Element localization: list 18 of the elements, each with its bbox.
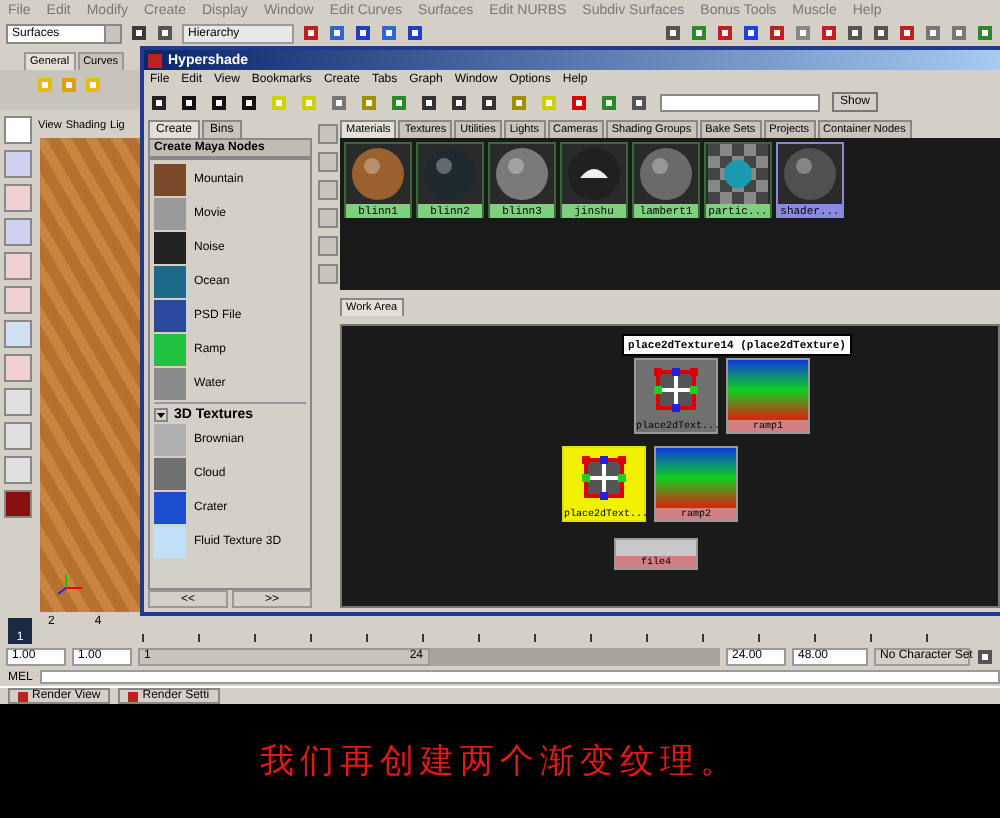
uv-grid-icon xyxy=(652,366,700,414)
search-field[interactable] xyxy=(660,93,820,111)
subtitle-caption: 我们再创建两个渐变纹理。 xyxy=(260,740,740,784)
uv-grid-icon xyxy=(580,454,628,502)
axis-icon xyxy=(56,572,84,596)
collapse-arrow-icon[interactable] xyxy=(154,408,168,422)
checker-swatch xyxy=(708,144,768,204)
gradient-thumbnail xyxy=(656,448,736,508)
sphere-swatch xyxy=(564,144,624,204)
gradient-thumbnail xyxy=(728,360,808,420)
command-line-field[interactable] xyxy=(40,670,1000,684)
sphere-swatch xyxy=(636,144,696,204)
tool-icon[interactable] xyxy=(976,647,994,665)
sphere-swatch xyxy=(348,144,408,204)
sphere-swatch xyxy=(420,144,480,204)
sphere-swatch xyxy=(492,144,552,204)
sphere-swatch xyxy=(780,144,840,204)
app-icon xyxy=(148,53,162,67)
